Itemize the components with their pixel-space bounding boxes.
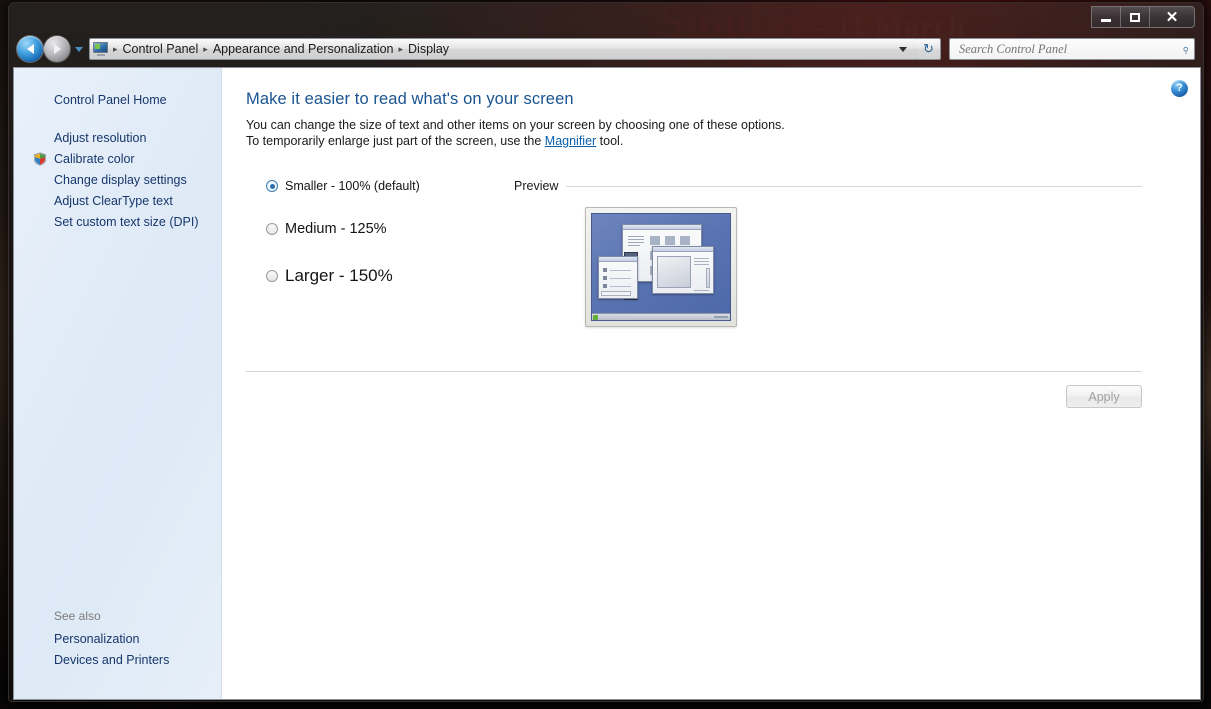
page-description-part2: tool.	[596, 134, 624, 148]
window-title-bar[interactable]: ✕	[9, 3, 1203, 33]
see-also-heading: See also	[54, 609, 101, 623]
sidebar-task-list: Adjust resolution Calibrate color Change…	[14, 128, 221, 233]
sidebar-item-change-display-settings[interactable]: Change display settings	[14, 170, 221, 191]
chevron-down-icon	[74, 46, 83, 52]
sidebar-item-label: Calibrate color	[54, 152, 135, 166]
window-controls-group: ✕	[1091, 6, 1195, 28]
content-pane: ? Make it easier to read what's on your …	[222, 68, 1200, 699]
search-box[interactable]: ⌕	[949, 38, 1195, 60]
breadcrumb-appearance-and-personalization[interactable]: Appearance and Personalization	[209, 41, 398, 57]
breadcrumb-control-panel[interactable]: Control Panel	[119, 41, 203, 57]
minimize-icon	[1101, 19, 1111, 22]
magnifier-link[interactable]: Magnifier	[545, 134, 596, 148]
preview-screen	[591, 213, 731, 321]
back-button[interactable]	[17, 36, 43, 62]
maximize-icon	[1130, 12, 1140, 22]
sidebar-item-set-custom-text-size[interactable]: Set custom text size (DPI)	[14, 212, 221, 233]
shield-icon	[33, 152, 47, 166]
refresh-icon: ↻	[923, 41, 934, 56]
preview-label: Preview	[514, 179, 559, 193]
close-button[interactable]: ✕	[1150, 7, 1194, 27]
preview-window-left	[598, 256, 638, 299]
address-dropdown-button[interactable]	[893, 46, 915, 52]
preview-window-front	[652, 246, 714, 294]
page-title: Make it easier to read what's on your sc…	[246, 90, 574, 108]
page-description-part1: You can change the size of text and othe…	[246, 118, 785, 148]
close-icon: ✕	[1165, 8, 1179, 26]
radio-option-medium[interactable]: Medium - 125%	[266, 221, 514, 237]
scale-options-group: Smaller - 100% (default) Medium - 125% L…	[246, 179, 514, 327]
radio-button-icon	[266, 223, 278, 235]
preview-header: Preview	[514, 179, 1142, 193]
forward-button[interactable]	[44, 36, 70, 62]
navigation-bar: ▸ Control Panel ▸ Appearance and Persona…	[9, 33, 1203, 65]
control-panel-window: ✕ ▸ Control Panel ▸ Appearance and Perso…	[8, 2, 1204, 702]
sidebar-item-personalization[interactable]: Personalization	[14, 629, 221, 650]
sidebar-item-adjust-cleartype-text[interactable]: Adjust ClearType text	[14, 191, 221, 212]
radio-option-label: Medium - 125%	[285, 221, 387, 237]
sidebar-item-devices-and-printers[interactable]: Devices and Printers	[14, 650, 221, 671]
content-divider	[246, 371, 1142, 372]
help-icon[interactable]: ?	[1171, 80, 1188, 97]
sidebar-item-adjust-resolution[interactable]: Adjust resolution	[14, 128, 221, 149]
preview-taskbar	[592, 313, 730, 320]
page-description: You can change the size of text and othe…	[246, 117, 794, 149]
preview-divider	[566, 185, 1142, 187]
radio-button-icon	[266, 180, 278, 192]
sidebar-item-calibrate-color[interactable]: Calibrate color	[14, 149, 221, 170]
refresh-button[interactable]: ↻	[917, 38, 941, 60]
window-body: Control Panel Home Adjust resolution Cal…	[13, 67, 1201, 700]
see-also-section: See also Personalization Devices and Pri…	[14, 607, 221, 671]
forward-arrow-icon	[53, 44, 61, 54]
radio-button-icon	[266, 270, 278, 282]
search-input[interactable]	[957, 40, 1182, 58]
apply-row: Apply	[246, 385, 1142, 408]
recent-pages-button[interactable]	[72, 36, 85, 62]
apply-button[interactable]: Apply	[1066, 385, 1142, 408]
minimize-button[interactable]	[1092, 7, 1121, 27]
preview-section: Preview	[514, 179, 1200, 327]
preview-tray	[714, 316, 728, 318]
sidebar: Control Panel Home Adjust resolution Cal…	[14, 68, 222, 699]
preview-monitor-image	[585, 207, 737, 327]
maximize-button[interactable]	[1121, 7, 1150, 27]
control-panel-icon	[93, 42, 109, 56]
chevron-down-icon	[899, 46, 907, 52]
radio-option-label: Smaller - 100% (default)	[285, 179, 420, 193]
breadcrumb-display[interactable]: Display	[404, 41, 453, 57]
back-arrow-icon	[26, 44, 34, 54]
radio-option-smaller[interactable]: Smaller - 100% (default)	[266, 179, 514, 193]
sidebar-item-control-panel-home[interactable]: Control Panel Home	[14, 90, 221, 111]
radio-option-larger[interactable]: Larger - 150%	[266, 266, 514, 286]
preview-start-icon	[593, 315, 598, 320]
radio-option-label: Larger - 150%	[285, 266, 393, 285]
address-bar[interactable]: ▸ Control Panel ▸ Appearance and Persona…	[89, 38, 918, 60]
options-row: Smaller - 100% (default) Medium - 125% L…	[246, 179, 1200, 327]
